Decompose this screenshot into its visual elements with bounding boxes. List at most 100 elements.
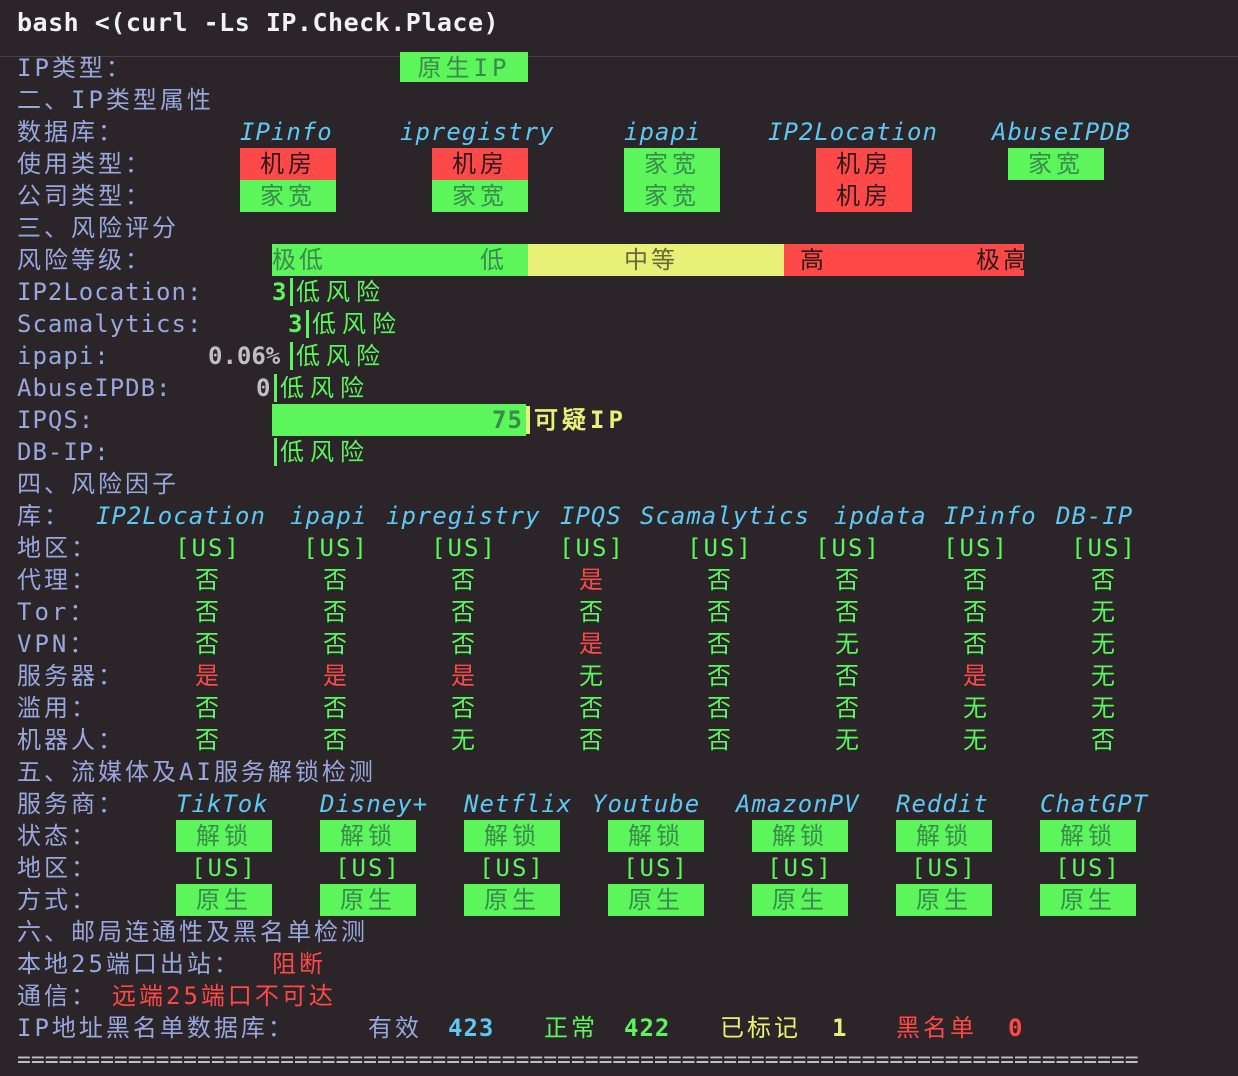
- risk-result: 低风险: [312, 310, 402, 338]
- risk-source-name: AbuseIPDB:: [17, 374, 172, 402]
- factor-cell: 无: [451, 726, 477, 754]
- factor-cell: 否: [323, 598, 349, 626]
- unlock-method-badge: 原生: [176, 884, 272, 916]
- unlock-region: [US]: [911, 854, 977, 882]
- factor-cell: 否: [579, 694, 605, 722]
- factor-cell: 否: [1091, 726, 1117, 754]
- factor-cell: 否: [195, 566, 221, 594]
- risk-source-name: IPQS:: [17, 406, 95, 434]
- provider-netflix: Netflix: [464, 790, 573, 818]
- command-title: bash <(curl -Ls IP.Check.Place): [17, 8, 500, 37]
- unlock-region: [US]: [623, 854, 689, 882]
- factor-cell: 否: [451, 630, 477, 658]
- factor-source-ipinfo: IPinfo: [944, 502, 1037, 530]
- risk-score-divider: [290, 278, 293, 306]
- risk-result: 低风险: [280, 438, 370, 466]
- company-type-label: 公司类型：: [17, 182, 152, 210]
- factor-cell: 否: [835, 566, 861, 594]
- section6-title: 六、邮局连通性及黑名单检测: [17, 918, 368, 946]
- risk-source-name: IP2Location:: [17, 278, 203, 306]
- port25-label: 本地25端口出站：: [17, 950, 241, 978]
- factor-source-ipapi: ipapi: [290, 502, 368, 530]
- source-ipinfo: IPinfo: [240, 118, 333, 146]
- factor-source-ipdata: ipdata: [834, 502, 927, 530]
- unlock-status-badge: 解锁: [176, 820, 272, 852]
- risk-scale-label: 极高: [976, 246, 1024, 274]
- section4-title: 四、风险因子: [17, 470, 179, 498]
- unlock-status-badge: 解锁: [464, 820, 560, 852]
- ip-type-label: IP类型：: [17, 54, 133, 82]
- valid-count: 423: [448, 1014, 495, 1042]
- risk-score-bar: [272, 404, 526, 436]
- provider-label: 服务商：: [17, 790, 125, 818]
- factor-source-ipqs: IPQS: [560, 502, 622, 530]
- normal-count: 422: [624, 1014, 671, 1042]
- factor-cell: 无: [1091, 630, 1117, 658]
- factor-cell: 否: [323, 566, 349, 594]
- factor-cell: 是: [195, 662, 221, 690]
- factor-cell: 否: [451, 566, 477, 594]
- ip-type-badge: 原生IP: [400, 52, 528, 82]
- blacklist-count-label: 黑名单: [896, 1014, 977, 1042]
- factor-cell: 否: [195, 726, 221, 754]
- unlock-region: [US]: [1055, 854, 1121, 882]
- factor-cell: 是: [963, 662, 989, 690]
- divider-line: ========================================…: [17, 1047, 1139, 1073]
- factor-source-scamalytics: Scamalytics: [640, 502, 810, 530]
- factor-cell: 否: [323, 694, 349, 722]
- factor-cell: 否: [579, 598, 605, 626]
- usage-type-badge: 机房: [240, 148, 336, 180]
- unlock-status-badge: 解锁: [896, 820, 992, 852]
- factor-cell: 否: [963, 630, 989, 658]
- factor-row-label: 代理：: [17, 566, 98, 594]
- unlock-method-badge: 原生: [608, 884, 704, 916]
- factor-cell: 否: [1091, 566, 1117, 594]
- unlock-method-badge: 原生: [896, 884, 992, 916]
- risk-source-name: ipapi:: [17, 342, 110, 370]
- risk-result: 低风险: [296, 278, 386, 306]
- factor-cell: 否: [835, 598, 861, 626]
- factor-source-db-ip: DB-IP: [1056, 502, 1134, 530]
- factor-row-label: Tor：: [17, 598, 97, 626]
- unlock-method-badge: 原生: [1040, 884, 1136, 916]
- usage-type-badge: 家宽: [1008, 148, 1104, 180]
- company-type-badge: 机房: [816, 180, 912, 212]
- port25-value: 阻断: [272, 950, 326, 978]
- risk-level-label: 风险等级：: [17, 246, 152, 274]
- unlock-status-badge: 解锁: [608, 820, 704, 852]
- unlock-method-badge: 原生: [320, 884, 416, 916]
- risk-score-divider: [274, 438, 277, 466]
- marked-count: 1: [832, 1014, 850, 1042]
- risk-score-divider: [306, 310, 309, 338]
- unlock-region: [US]: [335, 854, 401, 882]
- factor-cell: [US]: [559, 534, 625, 562]
- source-abuseipdb: AbuseIPDB: [992, 118, 1132, 146]
- unlock-status-badge: 解锁: [752, 820, 848, 852]
- provider-tiktok: TikTok: [176, 790, 269, 818]
- factor-cell: [US]: [943, 534, 1009, 562]
- factor-cell: 是: [323, 662, 349, 690]
- factor-cell: [US]: [303, 534, 369, 562]
- factor-cell: 否: [835, 662, 861, 690]
- usage-type-label: 使用类型：: [17, 150, 152, 178]
- company-type-badge: 家宽: [624, 180, 720, 212]
- factor-cell: 是: [451, 662, 477, 690]
- risk-score: 75: [492, 406, 523, 434]
- risk-score-divider: [526, 406, 530, 434]
- method-label: 方式：: [17, 886, 98, 914]
- section2-title: 二、IP类型属性: [17, 86, 214, 114]
- factor-row-label: 服务器：: [17, 662, 125, 690]
- factor-cell: 无: [963, 726, 989, 754]
- factor-cell: 否: [707, 694, 733, 722]
- risk-source-name: Scamalytics:: [17, 310, 203, 338]
- provider-youtube: Youtube: [592, 790, 701, 818]
- company-type-badge: 家宽: [240, 180, 336, 212]
- normal-label: 正常: [544, 1014, 598, 1042]
- factor-cell: 无: [963, 694, 989, 722]
- usage-type-badge: 机房: [816, 148, 912, 180]
- unlock-status-badge: 解锁: [1040, 820, 1136, 852]
- section5-title: 五、流媒体及AI服务解锁检测: [17, 758, 376, 786]
- comm-value: 远端25端口不可达: [112, 982, 336, 1010]
- factor-cell: 否: [323, 630, 349, 658]
- factor-cell: 否: [707, 662, 733, 690]
